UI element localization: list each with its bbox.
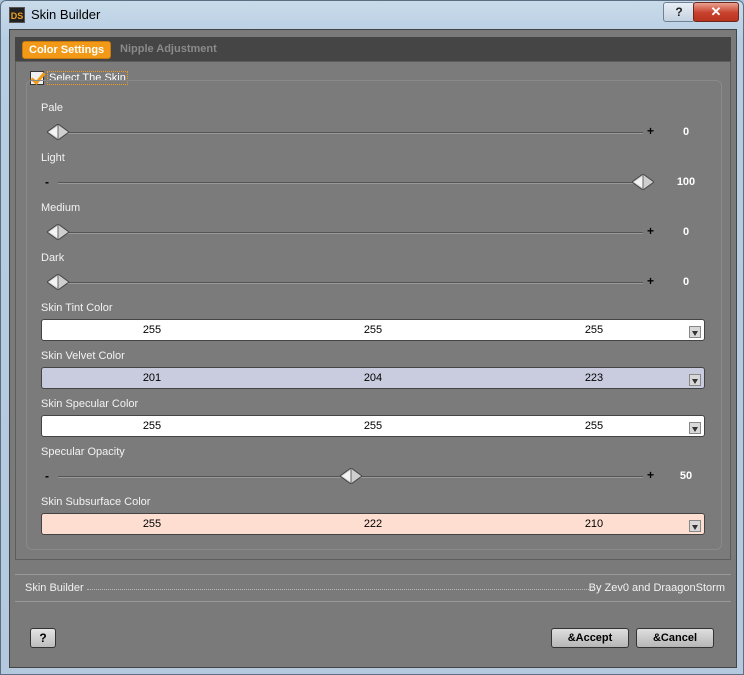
- title-bar[interactable]: DS Skin Builder ? ✕: [1, 1, 743, 29]
- slider-thumb[interactable]: [47, 274, 69, 290]
- light-value: 100: [676, 176, 696, 188]
- slider-thumb[interactable]: [632, 174, 654, 190]
- slider-track[interactable]: [58, 282, 643, 284]
- blue-value: 255: [584, 324, 604, 336]
- slider-track[interactable]: [58, 132, 643, 134]
- green-value: 255: [363, 420, 383, 432]
- dialog-body: Color Settings Nipple Adjustment Select …: [9, 29, 737, 668]
- footer-credits: Skin Builder By Zev0 and DraagonStorm: [15, 574, 731, 602]
- blue-value: 255: [584, 420, 604, 432]
- chevron-down-icon[interactable]: [689, 422, 701, 434]
- specular-opacity-minus[interactable]: -: [45, 469, 49, 483]
- medium-plus[interactable]: +: [647, 224, 654, 238]
- green-value: 204: [363, 372, 383, 384]
- light-label: Light: [41, 152, 65, 164]
- red-value: 255: [142, 420, 162, 432]
- light-minus[interactable]: -: [45, 175, 49, 189]
- specular-opacity-slider[interactable]: - + 50: [41, 468, 701, 484]
- accept-button[interactable]: &Accept: [551, 628, 629, 648]
- slider-thumb[interactable]: [47, 224, 69, 240]
- color-settings-panel: Select The Skin Pale + 0 Light - 100 Med…: [15, 61, 731, 560]
- pale-slider[interactable]: + 0: [41, 124, 701, 140]
- footer-app-name: Skin Builder: [25, 582, 84, 594]
- red-value: 201: [142, 372, 162, 384]
- slider-track[interactable]: [58, 182, 643, 184]
- skin-specular-label: Skin Specular Color: [41, 398, 139, 410]
- red-value: 255: [142, 518, 162, 530]
- dark-label: Dark: [41, 252, 65, 264]
- dark-value: 0: [682, 276, 690, 288]
- dark-plus[interactable]: +: [647, 274, 654, 288]
- chevron-down-icon[interactable]: [689, 326, 701, 338]
- skin-specular-color-field[interactable]: 255 255 255: [41, 415, 705, 437]
- footer-authors: By Zev0 and DraagonStorm: [588, 582, 725, 594]
- cancel-button[interactable]: &Cancel: [636, 628, 714, 648]
- footer-dotted-leader: [87, 589, 595, 590]
- skin-builder-window: DS Skin Builder ? ✕ Color Settings Nippl…: [0, 0, 744, 675]
- specular-opacity-plus[interactable]: +: [647, 468, 654, 482]
- skin-subsurface-color-field[interactable]: 255 222 210: [41, 513, 705, 535]
- medium-slider[interactable]: + 0: [41, 224, 701, 240]
- blue-value: 223: [584, 372, 604, 384]
- context-help-button[interactable]: ?: [30, 628, 56, 648]
- chevron-down-icon[interactable]: [689, 520, 701, 532]
- window-title: Skin Builder: [31, 7, 101, 22]
- light-slider[interactable]: - 100: [41, 174, 701, 190]
- red-value: 255: [142, 324, 162, 336]
- skin-tint-label: Skin Tint Color: [41, 302, 113, 314]
- tab-nipple-adjustment[interactable]: Nipple Adjustment: [120, 41, 217, 57]
- dark-slider[interactable]: + 0: [41, 274, 701, 290]
- slider-thumb[interactable]: [47, 124, 69, 140]
- pale-label: Pale: [41, 102, 64, 114]
- medium-value: 0: [682, 226, 690, 238]
- tab-color-settings[interactable]: Color Settings: [22, 41, 112, 59]
- green-value: 255: [363, 324, 383, 336]
- slider-thumb[interactable]: [339, 468, 362, 484]
- skin-velvet-label: Skin Velvet Color: [41, 350, 125, 362]
- green-value: 222: [363, 518, 383, 530]
- skin-velvet-color-field[interactable]: 201 204 223: [41, 367, 705, 389]
- pale-plus[interactable]: +: [647, 124, 654, 138]
- skin-tint-color-field[interactable]: 255 255 255: [41, 319, 705, 341]
- medium-label: Medium: [41, 202, 81, 214]
- window-close-button[interactable]: ✕: [693, 2, 739, 22]
- specular-opacity-value: 50: [679, 470, 693, 482]
- app-logo-icon: DS: [9, 7, 25, 23]
- specular-opacity-label: Specular Opacity: [41, 446, 125, 458]
- pale-value: 0: [682, 126, 690, 138]
- blue-value: 210: [584, 518, 604, 530]
- window-help-button[interactable]: ?: [663, 2, 695, 22]
- slider-track[interactable]: [58, 232, 643, 234]
- skin-subsurface-label: Skin Subsurface Color: [41, 496, 151, 508]
- chevron-down-icon[interactable]: [689, 374, 701, 386]
- tab-bar: Color Settings Nipple Adjustment: [15, 37, 731, 61]
